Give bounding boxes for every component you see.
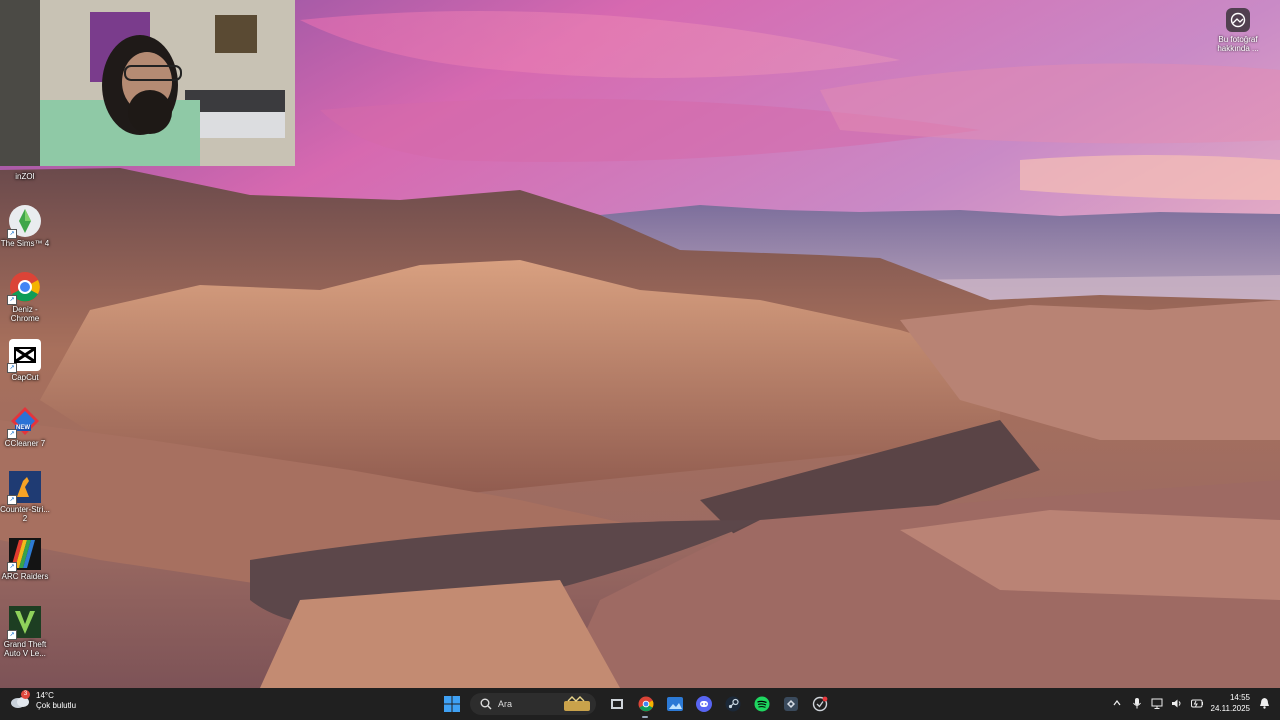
- counter-strike-icon: ↗: [7, 471, 41, 505]
- system-tray: 14:55 24.11.2025: [1111, 692, 1270, 714]
- sims4-label: The Sims™ 4: [0, 239, 50, 248]
- spotify-icon: [754, 696, 769, 712]
- desktop-icon-capcut[interactable]: ↗ CapCut: [0, 339, 50, 382]
- desktop-icon-inzoi[interactable]: inZOI: [0, 170, 50, 181]
- desktop-icon-ccleaner[interactable]: NEW ↗ CCleaner 7: [0, 405, 50, 448]
- volume-icon[interactable]: [1171, 697, 1183, 709]
- ccleaner-label: CCleaner 7: [4, 439, 46, 448]
- capcut-icon: ↗: [7, 339, 41, 373]
- webcam-overlay: [0, 0, 295, 166]
- search-placeholder: Ara: [498, 699, 513, 709]
- weather-temp: 14°C: [36, 691, 54, 700]
- counter-strike-label: Counter-Stri... 2: [0, 505, 50, 523]
- desktop-icon-gta-v[interactable]: ↗ Grand Theft Auto V Le...: [0, 606, 50, 658]
- network-icon[interactable]: [1151, 697, 1163, 709]
- taskbar-spotify-button[interactable]: [747, 692, 776, 716]
- gta-v-icon: ↗: [7, 606, 41, 640]
- chrome-icon: [638, 696, 653, 712]
- taskbar-edge-button[interactable]: [805, 692, 834, 716]
- ccleaner-icon: NEW ↗: [7, 405, 41, 439]
- battery-icon[interactable]: [1190, 697, 1203, 709]
- photos-icon: [666, 697, 683, 711]
- search-highlight-icon: [564, 696, 590, 711]
- ccleaner-new-badge: NEW: [15, 425, 31, 431]
- chevron-up-icon[interactable]: [1111, 697, 1123, 709]
- discord-icon: [695, 696, 712, 712]
- weather-widget[interactable]: 3 14°C Çok bulutlu: [10, 690, 77, 711]
- arc-raiders-icon: ↗: [7, 538, 41, 572]
- taskbar-steam-button[interactable]: [718, 692, 747, 716]
- start-button[interactable]: [437, 692, 466, 716]
- taskbar-chrome-button[interactable]: [631, 692, 660, 718]
- desktop-icon-sims4[interactable]: ↗ The Sims™ 4: [0, 205, 50, 248]
- steam-icon: [725, 696, 740, 712]
- about-photo-button[interactable]: Bu fotoğraf hakkında ...: [1208, 8, 1268, 53]
- task-view-button[interactable]: [602, 692, 631, 716]
- inzoi-label: inZOI: [15, 172, 35, 181]
- taskbar-photos-button[interactable]: [660, 692, 689, 716]
- sims-plumbob-icon: ↗: [7, 205, 41, 239]
- clock-date: 24.11.2025: [1210, 704, 1250, 713]
- taskbar-search-box[interactable]: Ara: [470, 693, 596, 715]
- recording-icon: [812, 696, 827, 712]
- weather-alert-badge: 3: [21, 690, 30, 699]
- camera-info-icon: [1226, 8, 1250, 32]
- desktop-icon-arc-raiders[interactable]: ↗ ARC Raiders: [0, 538, 50, 581]
- chrome-icon: ↗: [7, 271, 41, 305]
- clock-time: 14:55: [1229, 693, 1250, 702]
- desktop-icon-counter-strike[interactable]: ↗ Counter-Stri... 2: [0, 471, 50, 523]
- arc-raiders-label: ARC Raiders: [1, 572, 49, 581]
- windows-start-icon: [443, 696, 460, 712]
- taskbar-game-button[interactable]: [776, 692, 805, 716]
- task-view-icon: [610, 699, 623, 709]
- cloud-icon: 3: [10, 690, 30, 708]
- gta-v-label: Grand Theft Auto V Le...: [3, 640, 47, 658]
- microphone-icon[interactable]: [1131, 697, 1143, 709]
- notification-bell-icon[interactable]: [1258, 697, 1270, 709]
- active-indicator: [642, 716, 648, 718]
- about-photo-label: Bu fotoğraf hakkında ...: [1217, 35, 1259, 53]
- chrome-label: Deniz - Chrome: [10, 305, 40, 323]
- taskbar-discord-button[interactable]: [689, 692, 718, 716]
- search-icon: [480, 698, 492, 710]
- game-icon: [783, 697, 798, 711]
- capcut-label: CapCut: [11, 373, 39, 382]
- desktop-icon-chrome[interactable]: ↗ Deniz - Chrome: [0, 271, 50, 323]
- system-clock[interactable]: 14:55 24.11.2025: [1211, 692, 1250, 714]
- weather-desc: Çok bulutlu: [36, 701, 77, 710]
- taskbar: 3 14°C Çok bulutlu Ara 14:55 24.11.2025: [0, 688, 1280, 720]
